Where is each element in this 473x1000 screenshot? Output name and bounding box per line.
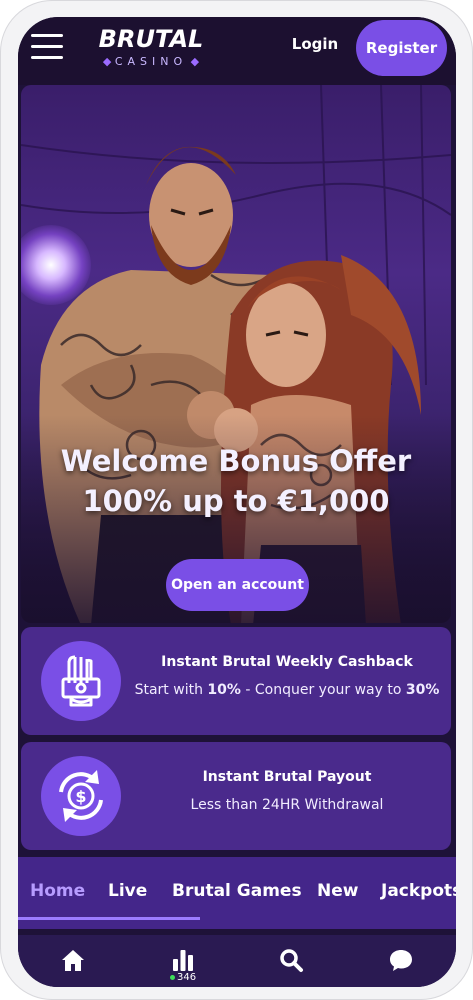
chat-icon[interactable] [388, 947, 414, 973]
svg-text:$: $ [75, 787, 86, 806]
screen: BRUTAL ◆ CASINO ◆ Login Register Welcome… [18, 17, 456, 987]
menu-icon[interactable] [31, 31, 63, 63]
promo-text: Less than 24HR Withdrawal [190, 797, 384, 813]
logo-subtitle: ◆ CASINO ◆ [102, 55, 200, 68]
top-header: BRUTAL ◆ CASINO ◆ Login Register [18, 17, 456, 85]
brand-logo[interactable]: BRUTAL ◆ CASINO ◆ [88, 25, 214, 71]
phone-frame: BRUTAL ◆ CASINO ◆ Login Register Welcome… [0, 0, 473, 1000]
stats-icon[interactable] [170, 947, 196, 973]
cashback-hand-icon [41, 641, 121, 721]
logo-wordmark: BRUTAL [98, 25, 204, 53]
promo-title: Instant Brutal Weekly Cashback [161, 654, 413, 670]
hero-title-line-2: 100% up to €1,000 [82, 484, 390, 518]
promo-card-cashback[interactable]: Instant Brutal Weekly Cashback Start wit… [21, 627, 451, 735]
login-button[interactable]: Login [280, 35, 350, 53]
search-icon[interactable] [278, 947, 304, 973]
tab-jackpots[interactable]: Jackpots [381, 881, 456, 901]
tab-home[interactable]: Home [30, 881, 85, 901]
active-tab-indicator [18, 917, 200, 920]
register-button[interactable]: Register [356, 20, 447, 76]
open-account-button[interactable]: Open an account [166, 559, 309, 611]
bottom-navigation: 346 [18, 935, 456, 987]
promo-text: Start with 10% - Conquer your way to 30% [134, 682, 440, 698]
tab-new[interactable]: New [317, 881, 358, 901]
home-icon[interactable] [60, 947, 86, 973]
hero-title: Welcome Bonus Offer 100% up to €1,000 [21, 441, 451, 521]
hero-illustration [21, 85, 451, 623]
dollar-refresh-icon: $ [41, 756, 121, 836]
tab-live[interactable]: Live [108, 881, 147, 901]
promo-title: Instant Brutal Payout [202, 769, 372, 785]
category-tabs: Home Live Brutal Games New Jackpots [18, 857, 456, 929]
live-player-count: 346 [170, 972, 204, 983]
live-dot-icon [170, 974, 175, 980]
hero-title-line-1: Welcome Bonus Offer [60, 444, 412, 478]
promo-card-payout[interactable]: $ Instant Brutal Payout Less than 24HR W… [21, 742, 451, 850]
tab-brutal-games[interactable]: Brutal Games [172, 881, 302, 901]
hero-banner: Welcome Bonus Offer 100% up to €1,000 Op… [21, 85, 451, 623]
